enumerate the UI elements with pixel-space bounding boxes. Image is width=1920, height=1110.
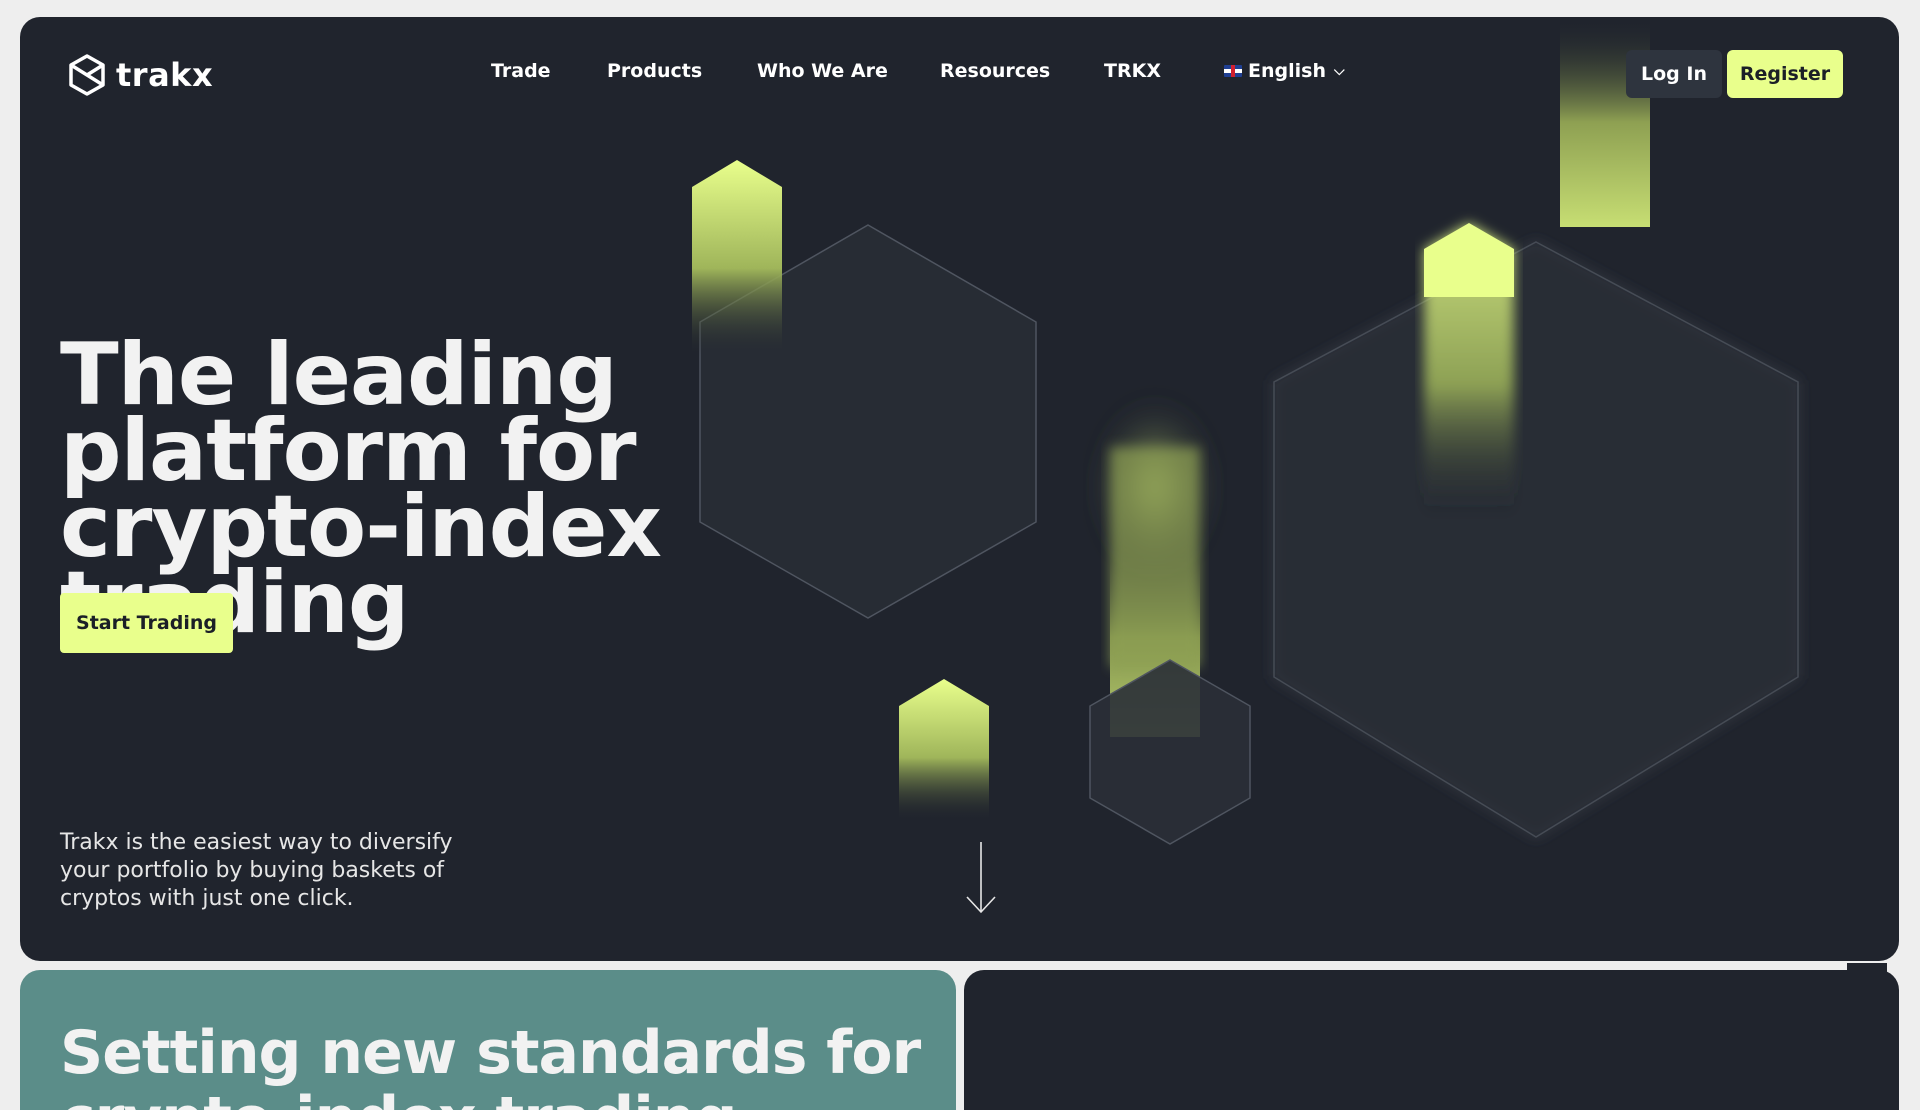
brand-name: trakx [116, 56, 214, 94]
standards-panel: Setting new standards for crypto-index t… [20, 970, 956, 1110]
hero-description: Trakx is the easiest way to diversify yo… [60, 830, 453, 911]
uk-flag-icon [1224, 65, 1242, 77]
hero-section: trakx Trade Products Who We Are Resource… [20, 17, 1899, 961]
pillar-shape [899, 679, 989, 822]
nav-item-who-we-are[interactable]: Who We Are [757, 60, 888, 82]
pillar-shape [1560, 17, 1650, 227]
nav-item-resources[interactable]: Resources [940, 60, 1050, 82]
pillar-shape [1424, 223, 1514, 297]
trakx-logo-icon [69, 54, 105, 96]
hexagon-large [1273, 241, 1799, 838]
section-heading: Setting new standards for crypto-index t… [60, 1018, 921, 1110]
dark-panel [964, 970, 1899, 1110]
pillar-shape [692, 160, 782, 357]
chevron-down-icon: ⌵ [1333, 63, 1345, 79]
nav-item-products[interactable]: Products [607, 60, 702, 82]
trakx-logo[interactable]: trakx [68, 54, 213, 96]
login-button[interactable]: Log In [1626, 50, 1722, 98]
nav-item-trkx[interactable]: TRKX [1104, 60, 1161, 82]
register-button[interactable]: Register [1727, 50, 1843, 98]
start-trading-button[interactable]: Start Trading [60, 593, 233, 653]
section-divider [20, 961, 1846, 970]
language-selector[interactable]: English ⌵ [1224, 60, 1345, 82]
language-label: English [1248, 60, 1326, 82]
nav-item-trade[interactable]: Trade [491, 60, 551, 82]
arrow-down-icon[interactable] [964, 840, 998, 915]
